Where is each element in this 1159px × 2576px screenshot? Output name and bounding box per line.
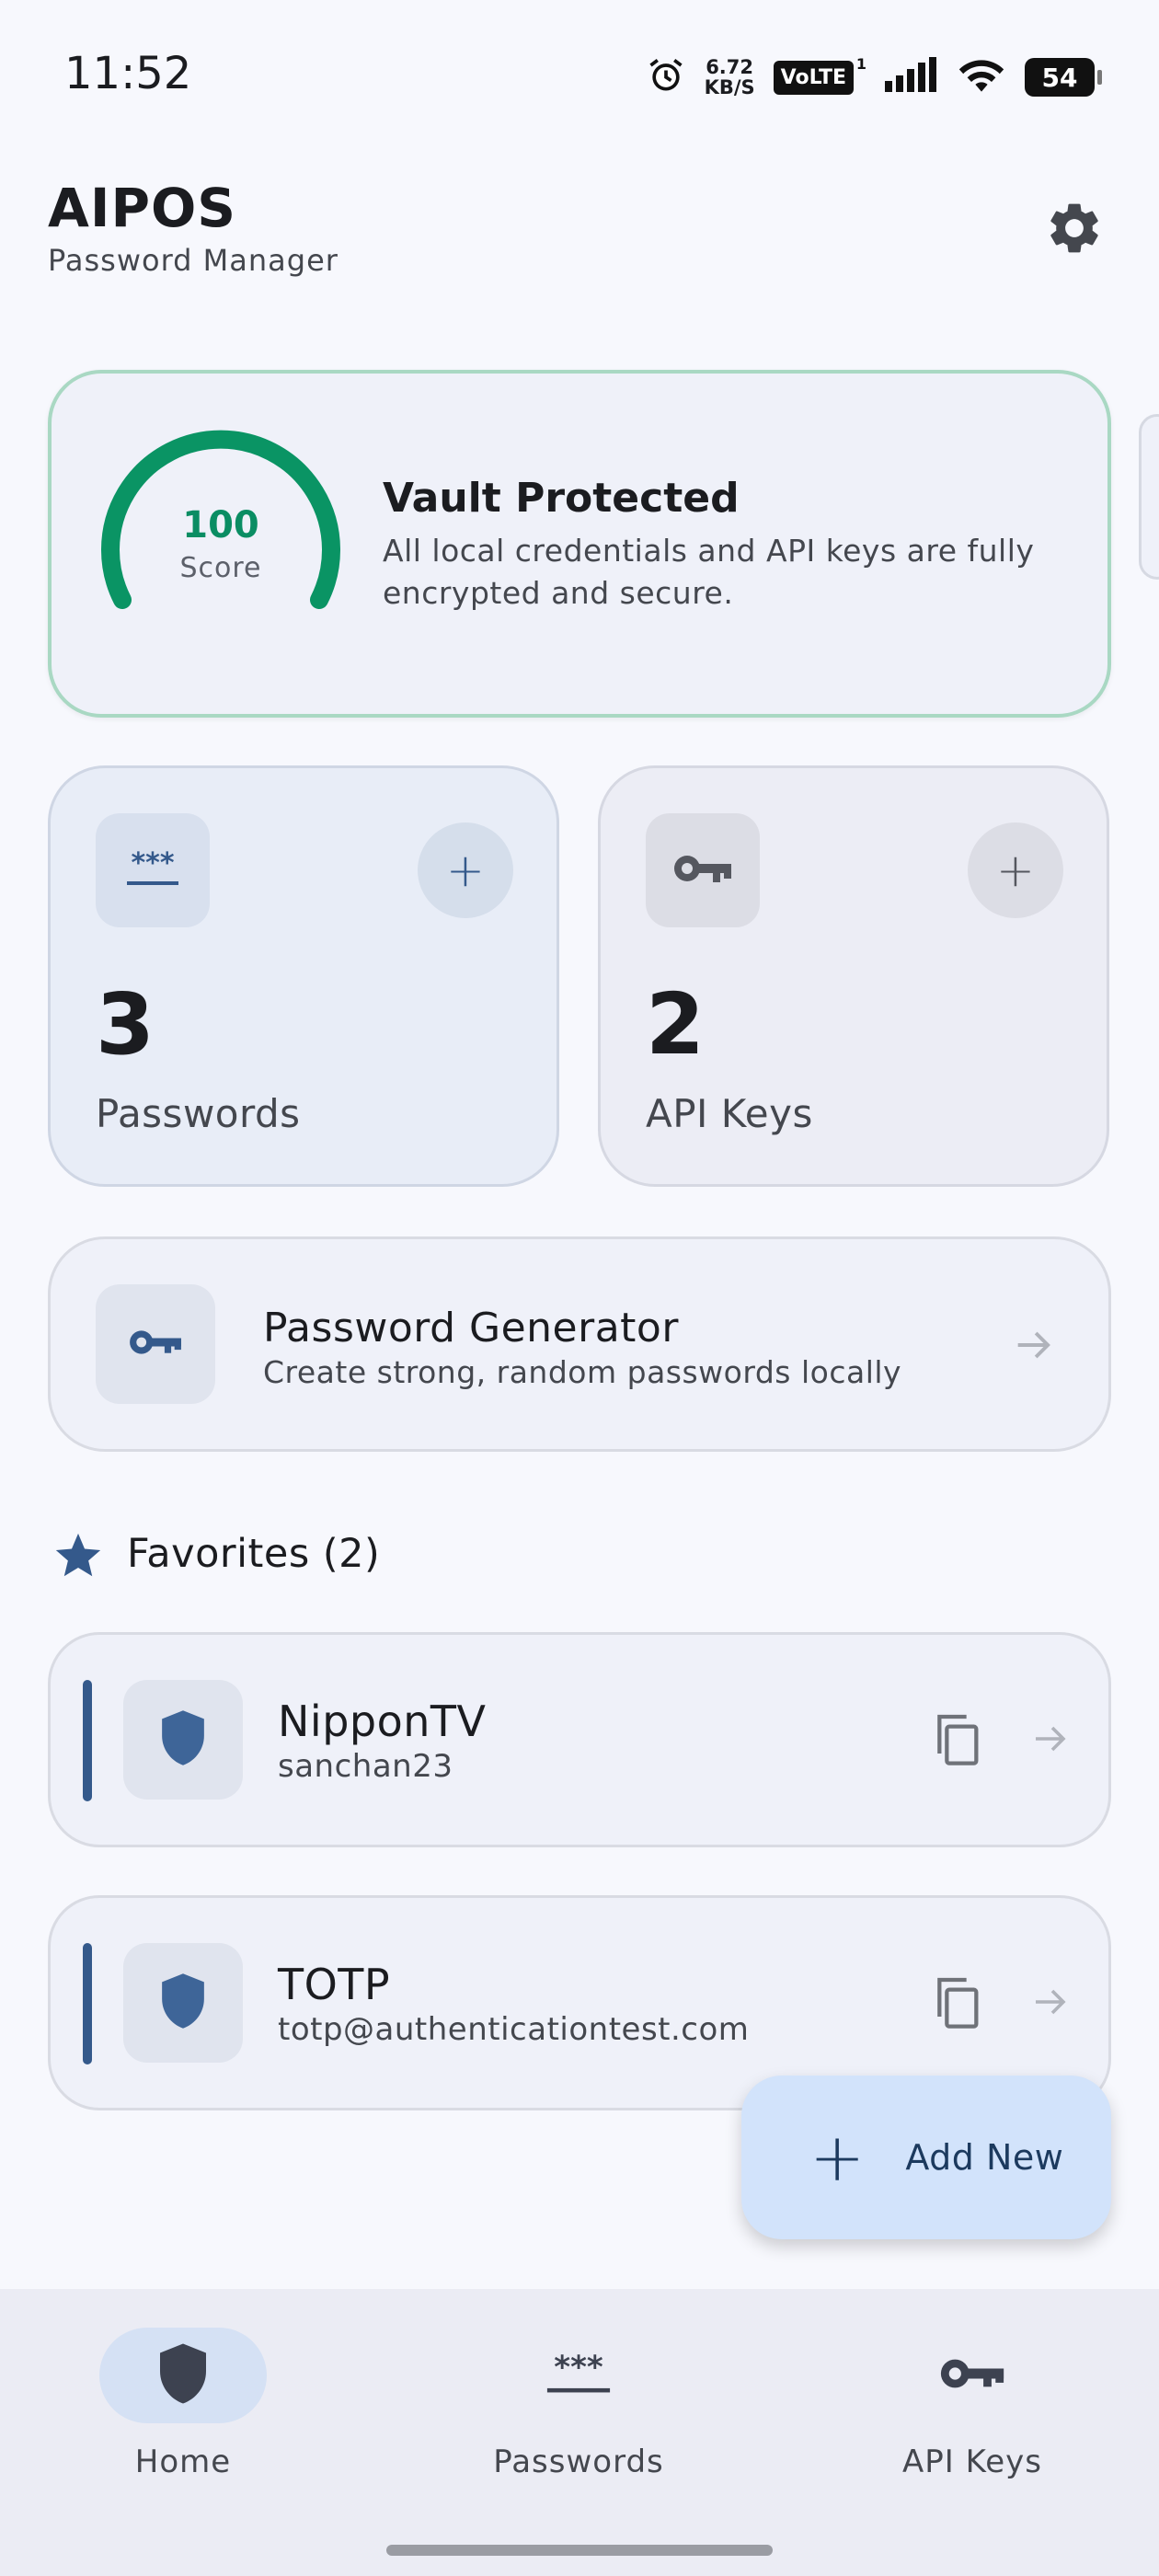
key-icon — [937, 2353, 1007, 2398]
gear-icon — [1044, 198, 1105, 262]
favorite-icon-box — [123, 1943, 243, 2063]
battery-indicator: 54 — [1025, 58, 1102, 97]
add-api-key-button[interactable]: + — [968, 822, 1063, 918]
passwords-count: 3 — [96, 975, 155, 1074]
volte-sim-index: 1 — [855, 54, 866, 73]
settings-button[interactable] — [1038, 193, 1111, 267]
arrow-right-icon — [1010, 1321, 1058, 1373]
add-new-label: Add New — [905, 2137, 1064, 2178]
password-dots-icon: *** — [123, 847, 182, 892]
wifi-icon — [957, 55, 1006, 99]
status-time: 11:52 — [64, 48, 192, 99]
network-speed-unit: KB/S — [704, 76, 755, 98]
nav-passwords[interactable]: *** Passwords — [441, 2328, 717, 2480]
favorite-icon-box — [123, 1680, 243, 1800]
nav-home-indicator — [99, 2328, 267, 2423]
key-icon — [127, 1326, 184, 1363]
generator-title: Password Generator — [263, 1305, 679, 1351]
plus-icon: + — [996, 844, 1035, 897]
status-icons: 6.72 KB/S VoLTE 1 54 — [646, 52, 1102, 103]
shield-icon — [155, 2341, 211, 2409]
battery-level: 54 — [1041, 62, 1078, 93]
volte-badge: VoLTE 1 — [773, 55, 866, 95]
favorite-accent-bar — [83, 1680, 92, 1801]
generator-description: Create strong, random passwords locally — [263, 1354, 902, 1390]
shield-icon — [157, 1708, 209, 1771]
favorite-username: sanchan23 — [278, 1748, 453, 1785]
network-speed: 6.72 KB/S — [705, 57, 755, 98]
home-gesture-bar[interactable] — [386, 2545, 773, 2556]
copy-icon[interactable] — [927, 1972, 986, 2031]
api-keys-label: API Keys — [646, 1091, 813, 1136]
nav-home[interactable]: Home — [45, 2328, 321, 2480]
password-dots-icon: *** — [544, 2350, 614, 2400]
network-speed-value: 6.72 — [706, 56, 754, 78]
alarm-icon — [646, 55, 686, 99]
add-password-button[interactable]: + — [418, 822, 513, 918]
favorite-name: TOTP — [278, 1960, 391, 2009]
star-icon — [52, 1529, 105, 1586]
arrow-right-icon — [1028, 1717, 1073, 1765]
favorite-name: NipponTV — [278, 1696, 487, 1746]
key-icon — [672, 850, 733, 891]
nav-passwords-indicator: *** — [495, 2328, 662, 2423]
score-value: 100 — [182, 504, 259, 546]
add-new-button[interactable]: + Add New — [741, 2076, 1111, 2239]
generator-icon-box — [96, 1284, 215, 1404]
passwords-label: Passwords — [96, 1091, 301, 1136]
svg-text:***: *** — [131, 848, 174, 880]
plus-icon: + — [809, 2119, 866, 2196]
arrow-right-icon — [1028, 1980, 1073, 2028]
plus-icon: + — [446, 844, 485, 897]
app-title: AIPOS — [48, 177, 237, 239]
volte-label: VoLTE — [780, 65, 846, 89]
shield-icon — [157, 1972, 209, 2034]
nav-api-keys-indicator — [889, 2328, 1056, 2423]
api-keys-count: 2 — [646, 975, 706, 1074]
vault-description: All local credentials and API keys are f… — [383, 533, 1035, 611]
vault-title: Vault Protected — [383, 475, 740, 522]
favorite-accent-bar — [83, 1943, 92, 2064]
app-subtitle: Password Manager — [48, 243, 339, 278]
side-panel-handle[interactable] — [1139, 414, 1159, 580]
favorite-username: totp@authenticationtest.com — [278, 2011, 750, 2048]
nav-home-label: Home — [134, 2444, 232, 2480]
svg-text:***: *** — [554, 2351, 603, 2386]
passwords-icon-box: *** — [96, 813, 210, 927]
nav-api-keys[interactable]: API Keys — [834, 2328, 1110, 2480]
favorites-title: Favorites (2) — [127, 1531, 381, 1577]
api-keys-icon-box — [646, 813, 760, 927]
signal-icon — [885, 57, 938, 98]
nav-passwords-label: Passwords — [493, 2444, 664, 2480]
score-label: Score — [179, 552, 262, 584]
nav-api-keys-label: API Keys — [902, 2444, 1042, 2480]
copy-icon[interactable] — [927, 1709, 986, 1768]
